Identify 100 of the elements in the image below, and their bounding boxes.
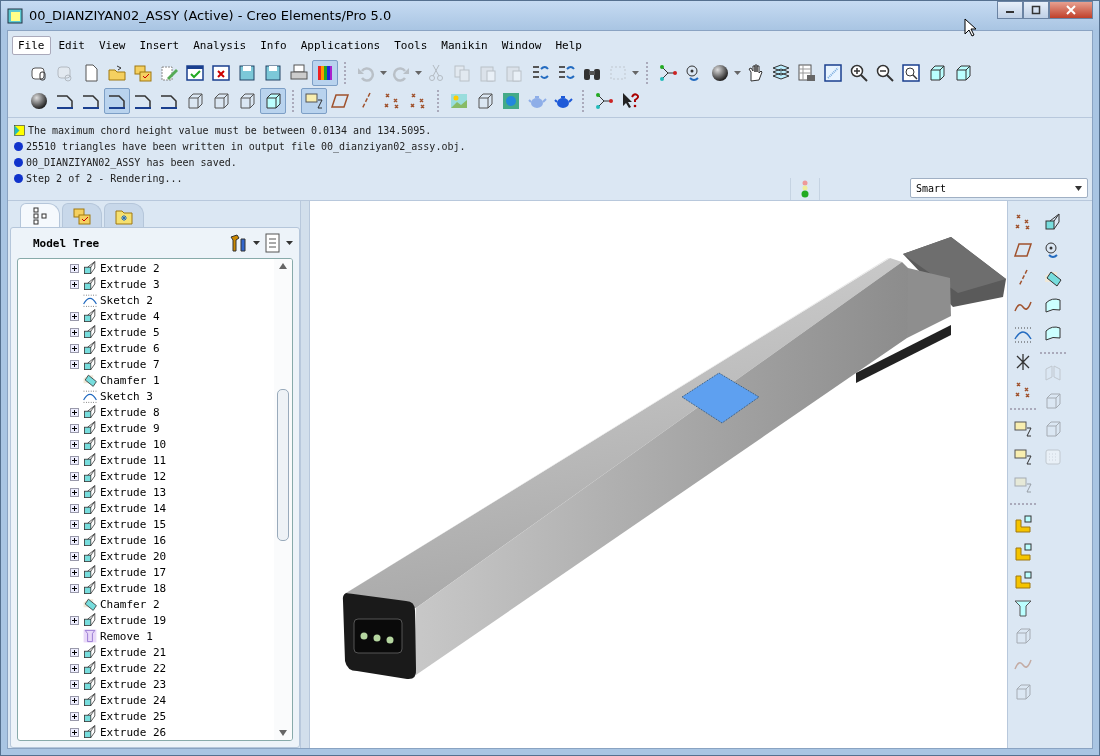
expand-icon[interactable] bbox=[69, 647, 79, 657]
bullet-icon bbox=[14, 141, 23, 151]
menu-item[interactable]: Tools bbox=[388, 36, 434, 55]
tree-item[interactable]: Extrude 8 bbox=[100, 405, 160, 419]
tree-item[interactable]: Sketch 3 bbox=[100, 389, 153, 403]
tree-item[interactable]: Extrude 23 bbox=[100, 677, 167, 691]
color-bars-icon[interactable] bbox=[312, 60, 338, 86]
folders-icon bbox=[72, 205, 92, 226]
tree-item[interactable]: Extrude 2 bbox=[100, 261, 160, 275]
tree-item[interactable]: Extrude 14 bbox=[100, 501, 167, 515]
expand-icon[interactable] bbox=[69, 695, 79, 705]
extrude-feature-icon bbox=[82, 548, 98, 564]
tools-icon[interactable] bbox=[229, 233, 249, 253]
expand-icon[interactable] bbox=[69, 551, 79, 561]
extrude-feature-icon bbox=[82, 692, 98, 708]
menu-item[interactable]: Analysis bbox=[187, 36, 253, 55]
expand-icon[interactable] bbox=[69, 279, 79, 289]
menu-item[interactable]: Window bbox=[495, 36, 548, 55]
tree-item[interactable]: Extrude 12 bbox=[100, 469, 167, 483]
expand-icon[interactable] bbox=[69, 615, 79, 625]
expand-icon[interactable] bbox=[69, 519, 79, 529]
message-text: Step 2 of 2 - Rendering... bbox=[26, 172, 183, 184]
expand-icon[interactable] bbox=[69, 503, 79, 513]
scroll-down-icon[interactable] bbox=[279, 730, 287, 736]
expand-icon[interactable] bbox=[69, 311, 79, 321]
traffic-light-icon bbox=[801, 180, 809, 198]
expand-icon[interactable] bbox=[69, 439, 79, 449]
tree-item[interactable]: Extrude 4 bbox=[100, 309, 160, 323]
extrude-feature-icon bbox=[82, 468, 98, 484]
close-button[interactable] bbox=[1049, 1, 1093, 19]
menu-item[interactable]: View bbox=[93, 36, 132, 55]
expand-icon[interactable] bbox=[69, 487, 79, 497]
tree-item[interactable]: Extrude 3 bbox=[100, 277, 160, 291]
expand-icon[interactable] bbox=[69, 471, 79, 481]
menu-item[interactable]: Info bbox=[254, 36, 293, 55]
scroll-up-icon[interactable] bbox=[279, 263, 287, 269]
tree-item[interactable]: Extrude 26 bbox=[100, 725, 167, 739]
menu-item[interactable]: File bbox=[12, 36, 51, 55]
extrude-feature-icon bbox=[82, 500, 98, 516]
menu-item[interactable]: Manikin bbox=[435, 36, 494, 55]
tree-item[interactable]: Extrude 10 bbox=[100, 437, 167, 451]
dropdown-arrow-icon[interactable] bbox=[286, 241, 293, 245]
expand-icon[interactable] bbox=[69, 423, 79, 433]
tree-item[interactable]: Extrude 21 bbox=[100, 645, 167, 659]
expand-icon[interactable] bbox=[69, 567, 79, 577]
extrude-feature-icon bbox=[82, 340, 98, 356]
tree-item[interactable]: Sketch 2 bbox=[100, 293, 153, 307]
expand-icon[interactable] bbox=[69, 663, 79, 673]
dropdown-arrow-icon[interactable] bbox=[1075, 185, 1082, 191]
menu-item[interactable]: Insert bbox=[133, 36, 186, 55]
close-icon bbox=[1066, 5, 1076, 15]
dropdown-arrow-icon[interactable] bbox=[253, 241, 260, 245]
expand-icon[interactable] bbox=[69, 263, 79, 273]
menu-item[interactable]: Help bbox=[549, 36, 588, 55]
tree-item[interactable]: Extrude 22 bbox=[100, 661, 167, 675]
tree-item[interactable]: Extrude 25 bbox=[100, 709, 167, 723]
tree-item[interactable]: Extrude 13 bbox=[100, 485, 167, 499]
extrude-feature-icon bbox=[82, 724, 98, 740]
expand-icon[interactable] bbox=[69, 343, 79, 353]
extrude-feature-icon bbox=[82, 356, 98, 372]
expand-icon[interactable] bbox=[69, 359, 79, 369]
tree-item[interactable]: Extrude 9 bbox=[100, 421, 160, 435]
tree-item[interactable]: Remove 1 bbox=[100, 629, 153, 643]
tree-item[interactable]: Extrude 20 bbox=[100, 549, 167, 563]
panel-tab[interactable] bbox=[20, 203, 60, 227]
expand-icon[interactable] bbox=[69, 583, 79, 593]
tree-item[interactable]: Chamfer 1 bbox=[100, 373, 160, 387]
edge-icon[interactable] bbox=[104, 88, 130, 114]
tree-item[interactable]: Extrude 15 bbox=[100, 517, 167, 531]
scroll-thumb[interactable] bbox=[277, 389, 289, 541]
panel-title: Model Tree bbox=[33, 236, 100, 250]
tree-item[interactable]: Chamfer 2 bbox=[100, 597, 160, 611]
maximize-button[interactable] bbox=[1023, 1, 1049, 19]
extrude-feature-icon bbox=[82, 564, 98, 580]
cube-icon[interactable] bbox=[260, 88, 286, 114]
expand-icon[interactable] bbox=[69, 679, 79, 689]
expand-icon[interactable] bbox=[69, 727, 79, 737]
tree-item[interactable]: Extrude 16 bbox=[100, 533, 167, 547]
tree-item[interactable]: Extrude 6 bbox=[100, 341, 160, 355]
menu-item[interactable]: Applications bbox=[294, 36, 387, 55]
extrude-feature-icon bbox=[82, 404, 98, 420]
maximize-icon bbox=[1031, 5, 1041, 15]
minimize-button[interactable] bbox=[997, 1, 1023, 19]
tree-item[interactable]: Extrude 7 bbox=[100, 357, 160, 371]
tree-item[interactable]: Extrude 17 bbox=[100, 565, 167, 579]
filter-dropdown[interactable]: Smart bbox=[910, 178, 1088, 198]
plane-tag-icon[interactable] bbox=[301, 88, 327, 114]
expand-icon[interactable] bbox=[69, 327, 79, 337]
expand-icon[interactable] bbox=[69, 535, 79, 545]
menu-item[interactable]: Edit bbox=[52, 36, 91, 55]
tree-item[interactable]: Extrude 18 bbox=[100, 581, 167, 595]
expand-icon[interactable] bbox=[69, 407, 79, 417]
tree-item[interactable]: Extrude 5 bbox=[100, 325, 160, 339]
tree-item[interactable]: Extrude 24 bbox=[100, 693, 167, 707]
expand-icon[interactable] bbox=[69, 711, 79, 721]
tree-item[interactable]: Extrude 19 bbox=[100, 613, 167, 627]
expand-icon[interactable] bbox=[69, 455, 79, 465]
tree-item[interactable]: Extrude 11 bbox=[100, 453, 167, 467]
scrollbar[interactable] bbox=[274, 259, 292, 740]
tree-icon bbox=[30, 205, 50, 226]
